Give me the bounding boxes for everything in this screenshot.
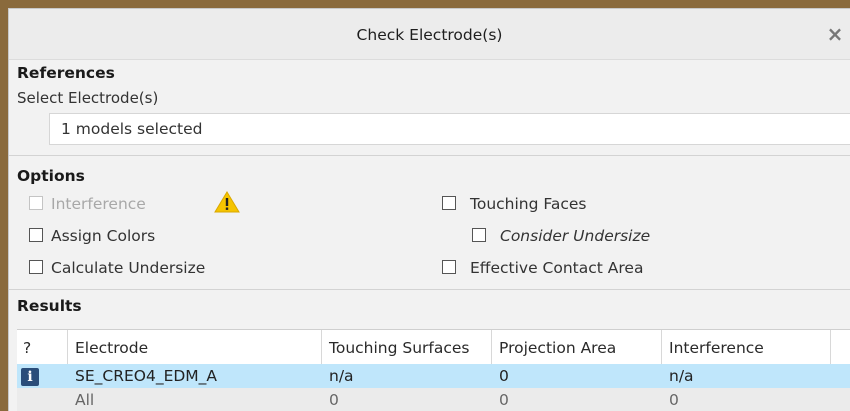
check-electrodes-dialog: Check Electrode(s) × References Select E… — [8, 8, 850, 411]
column-header-projection-area[interactable]: Projection Area — [499, 330, 616, 364]
separator — [9, 155, 850, 156]
projection-area-cell: 0 — [499, 367, 509, 385]
references-heading: References — [17, 64, 115, 82]
column-divider — [67, 330, 68, 364]
interference-cell: n/a — [669, 367, 694, 385]
select-electrodes-label: Select Electrode(s) — [17, 89, 159, 107]
touching-surfaces-cell: 0 — [329, 391, 339, 409]
interference-cell: 0 — [669, 391, 679, 409]
calculate-undersize-label: Calculate Undersize — [51, 259, 206, 277]
interference-label: Interference — [51, 195, 146, 213]
results-table: ? Electrode Touching Surfaces Projection… — [17, 329, 850, 411]
options-heading: Options — [17, 167, 85, 185]
info-icon: i — [21, 368, 39, 386]
electrode-cell: All — [75, 391, 95, 409]
column-divider — [830, 330, 831, 364]
calculate-undersize-checkbox[interactable] — [29, 260, 43, 274]
separator — [9, 289, 850, 290]
close-icon[interactable]: × — [822, 21, 848, 47]
dialog-title: Check Electrode(s) — [356, 26, 503, 44]
results-heading: Results — [17, 297, 82, 315]
column-header-touching-surfaces[interactable]: Touching Surfaces — [329, 330, 470, 364]
interference-checkbox[interactable] — [29, 196, 43, 210]
effective-contact-area-label: Effective Contact Area — [470, 259, 644, 277]
column-divider — [491, 330, 492, 364]
effective-contact-area-checkbox[interactable] — [442, 260, 456, 274]
column-header-status[interactable]: ? — [23, 330, 31, 364]
table-row[interactable]: i SE_CREO4_EDM_A n/a 0 n/a — [17, 364, 850, 388]
touching-surfaces-cell: n/a — [329, 367, 354, 385]
column-header-electrode[interactable]: Electrode — [75, 330, 148, 364]
touching-faces-label: Touching Faces — [470, 195, 587, 213]
electrode-cell: SE_CREO4_EDM_A — [75, 367, 218, 385]
touching-faces-checkbox[interactable] — [442, 196, 456, 210]
title-bar[interactable]: Check Electrode(s) × — [9, 9, 850, 60]
projection-area-cell: 0 — [499, 391, 509, 409]
assign-colors-label: Assign Colors — [51, 227, 156, 245]
consider-undersize-label: Consider Undersize — [500, 227, 651, 245]
column-divider — [661, 330, 662, 364]
assign-colors-checkbox[interactable] — [29, 228, 43, 242]
column-header-interference[interactable]: Interference — [669, 330, 764, 364]
column-divider — [321, 330, 322, 364]
warning-icon — [214, 191, 240, 213]
electrode-selection-field[interactable]: 1 models selected — [49, 113, 850, 145]
table-row[interactable]: All 0 0 0 — [17, 388, 850, 411]
consider-undersize-checkbox[interactable] — [472, 228, 486, 242]
